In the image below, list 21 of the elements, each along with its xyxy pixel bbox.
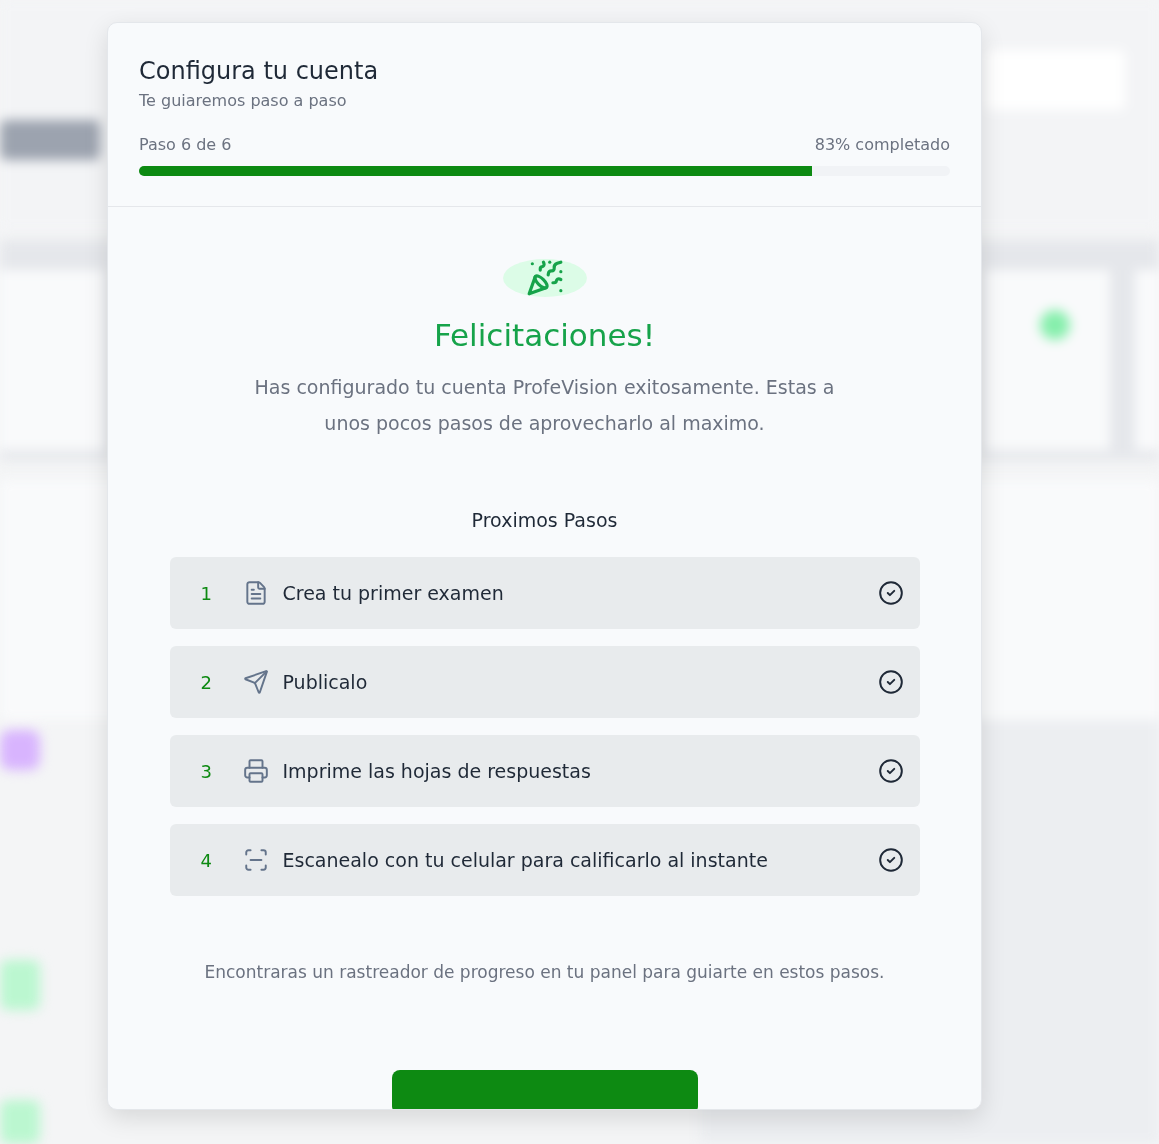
step-label: Paso 6 de 6 — [139, 135, 232, 154]
step-label: Publicalo — [282, 671, 369, 693]
step-label: Escanealo con tu celular para calificarlo al instante — [282, 849, 769, 871]
paper-plane-icon — [242, 669, 269, 695]
step-number: 2 — [200, 671, 213, 693]
percent-label: 83% completado — [814, 135, 950, 154]
step-label: Imprime las hojas de respuestas — [282, 760, 592, 782]
step-number: 3 — [200, 760, 213, 782]
next-steps-title: Proximos Pasos — [471, 509, 618, 531]
party-popper-icon — [525, 259, 564, 297]
printer-icon — [242, 758, 269, 784]
step-label: Crea tu primer examen — [282, 582, 505, 604]
success-heading: Felicitaciones! — [433, 317, 656, 353]
footer-note: Encontraras un rastreador de progreso en tu panel para guiarte en estos pasos. — [204, 962, 885, 982]
continue-button[interactable] — [391, 1070, 698, 1109]
step-number: 1 — [200, 582, 213, 604]
scan-icon — [242, 847, 269, 873]
step-number: 4 — [200, 849, 213, 871]
dialog-subtitle: Te guiaremos paso a paso — [139, 91, 348, 110]
dialog-title: Configura tu cuenta — [139, 57, 380, 85]
success-message: Has configurado tu cuenta ProfeVision exitosamente. Estas a unos pocos pasos de aprovecharlo al maximo. — [253, 375, 836, 436]
